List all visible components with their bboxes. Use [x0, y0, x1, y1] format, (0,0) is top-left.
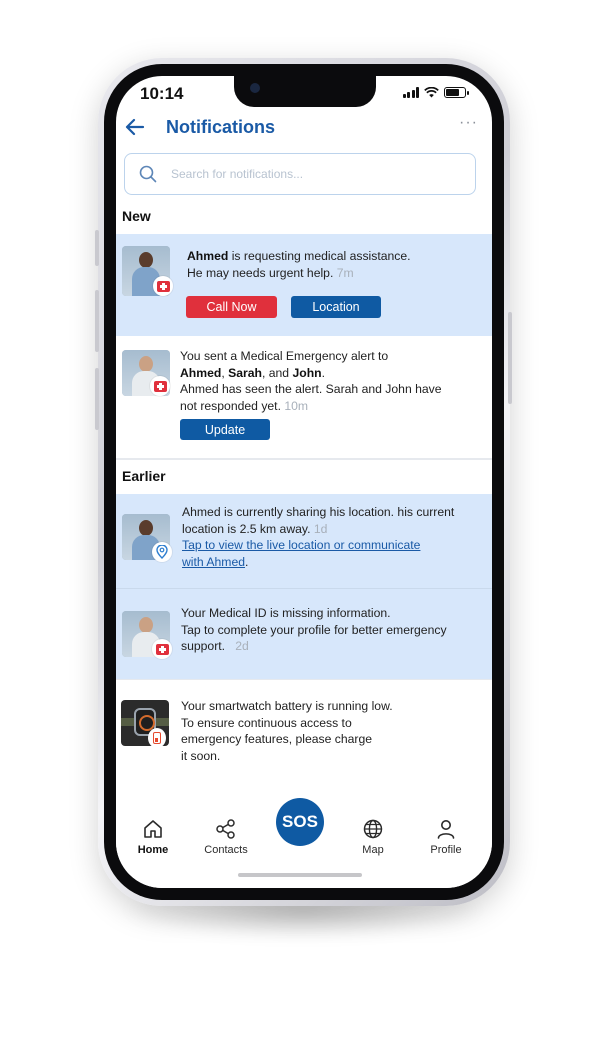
section-heading-earlier: Earlier: [122, 468, 166, 484]
app-header: Notifications ···: [116, 114, 492, 142]
tab-label: Map: [362, 844, 384, 856]
status-icons: [402, 87, 469, 98]
signal-icon: [402, 87, 419, 98]
notification-item[interactable]: Ahmed is currently sharing his location.…: [116, 494, 492, 588]
tab-map[interactable]: Map: [338, 818, 408, 856]
notification-item[interactable]: You sent a Medical Emergency alert to Ah…: [116, 336, 492, 458]
back-arrow-icon[interactable]: [124, 116, 146, 138]
tab-label: Contacts: [204, 844, 248, 856]
call-now-button[interactable]: Call Now: [186, 296, 277, 318]
location-button[interactable]: Location: [291, 296, 381, 318]
notification-text: Ahmed is currently sharing his location.…: [182, 505, 455, 569]
notification-time: 2d: [235, 639, 249, 653]
search-icon: [139, 165, 157, 183]
share-contacts-icon: [216, 819, 235, 839]
search-input[interactable]: [171, 163, 461, 185]
medical-kit-icon: [153, 276, 173, 296]
update-button[interactable]: Update: [180, 419, 270, 440]
section-heading-new: New: [122, 208, 151, 224]
notification-text: You sent a Medical Emergency alert to Ah…: [180, 349, 442, 413]
side-button: [95, 230, 99, 266]
page-title: Notifications: [166, 117, 276, 137]
live-location-link[interactable]: Tap to view the live location or communi…: [182, 538, 420, 552]
power-button: [508, 312, 512, 404]
live-location-link-cont[interactable]: with Ahmed: [182, 555, 245, 569]
wifi-icon: [424, 87, 439, 98]
notification-item[interactable]: Your smartwatch battery is running low. …: [116, 680, 492, 790]
tab-label: Home: [137, 844, 169, 856]
search-bar: [124, 153, 476, 195]
volume-down-button: [95, 368, 99, 430]
more-options-icon[interactable]: ···: [459, 114, 478, 132]
battery-icon: [444, 87, 469, 98]
volume-up-button: [95, 290, 99, 352]
medical-kit-icon: [152, 639, 172, 659]
status-time: 10:14: [140, 84, 184, 103]
front-camera: [250, 83, 260, 93]
tab-profile[interactable]: Profile: [411, 818, 481, 856]
low-battery-icon: [148, 728, 166, 748]
user-icon: [437, 820, 455, 839]
notification-item[interactable]: Your Medical ID is missing information. …: [116, 589, 492, 679]
phone-screen: 10:14 Notifications ··· New Ah: [116, 76, 492, 888]
notification-item[interactable]: Ahmed is requesting medical assistance. …: [116, 234, 492, 336]
notification-text: Your Medical ID is missing information. …: [181, 606, 447, 653]
bottom-tab-bar: Home Contacts SOS Map Profile: [116, 798, 492, 888]
tab-label: Profile: [430, 844, 462, 856]
notification-time: 1d: [313, 521, 328, 536]
location-pin-icon: [152, 542, 172, 562]
notification-time: 7m: [336, 265, 354, 280]
tab-home[interactable]: Home: [118, 818, 188, 856]
sos-button[interactable]: SOS: [276, 798, 324, 846]
globe-icon: [363, 819, 383, 839]
medical-kit-icon: [150, 376, 170, 396]
notch: [234, 76, 376, 107]
tab-contacts[interactable]: Contacts: [191, 818, 261, 856]
section-divider: [116, 458, 492, 460]
notification-text: Your smartwatch battery is running low. …: [181, 699, 393, 763]
home-indicator[interactable]: [238, 873, 362, 877]
notification-time: 10m: [284, 398, 309, 413]
home-icon: [144, 820, 162, 838]
notification-text: Ahmed is requesting medical assistance. …: [187, 249, 411, 280]
